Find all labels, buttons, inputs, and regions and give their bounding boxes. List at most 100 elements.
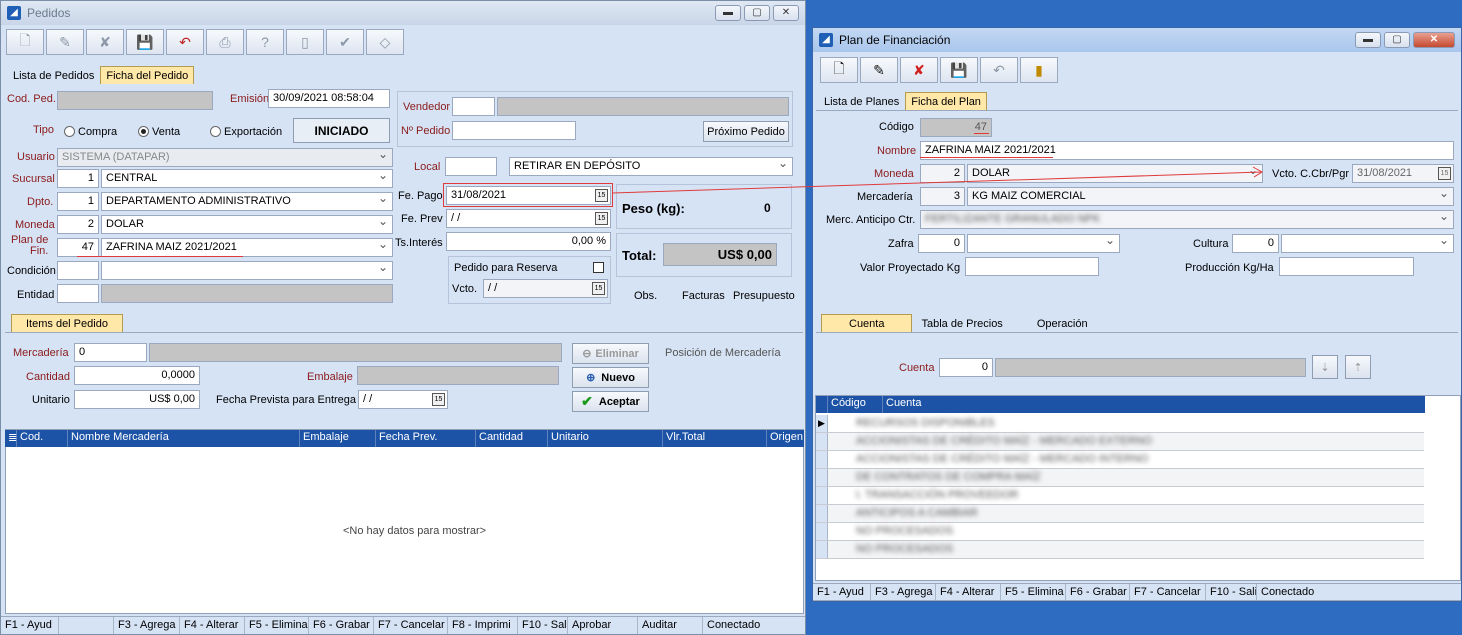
- tab-ficha-plan[interactable]: Ficha del Plan: [905, 92, 987, 110]
- mercaderia-code[interactable]: 3: [920, 187, 965, 206]
- status-f1[interactable]: F1 - Ayud: [813, 584, 871, 600]
- table-row[interactable]: ACCIONISTAS DE CRÉDITO MAÍZ - MERCADO EX…: [816, 433, 1424, 451]
- vcto-field[interactable]: / / 15: [483, 279, 608, 298]
- minimize-button[interactable]: ▬: [1355, 32, 1381, 48]
- undo-icon[interactable]: ↶: [980, 57, 1018, 83]
- moneda-code[interactable]: 2: [920, 164, 965, 183]
- status-f4[interactable]: F4 - Alterar: [936, 584, 1001, 600]
- cuenta-add-icon[interactable]: ⇡: [1345, 355, 1371, 379]
- tab-ficha-pedido[interactable]: Ficha del Pedido: [100, 66, 195, 84]
- tab-cuenta[interactable]: Cuenta: [821, 314, 913, 332]
- table-row[interactable]: ANTICIPOS A CAMBIAR: [816, 505, 1424, 523]
- codigo-field[interactable]: 47: [920, 118, 992, 137]
- col-nombre[interactable]: Nombre Mercadería: [68, 430, 300, 447]
- calendar-icon[interactable]: 15: [595, 212, 608, 225]
- table-row[interactable]: NO PROCESADOS: [816, 541, 1424, 559]
- col-unitario[interactable]: Unitario: [548, 430, 663, 447]
- tipo-venta-radio[interactable]: Venta: [138, 126, 180, 138]
- edit-icon[interactable]: ✎: [860, 57, 898, 83]
- vendedor-code[interactable]: [452, 97, 495, 116]
- tab-lista-pedidos[interactable]: Lista de Pedidos: [7, 66, 100, 84]
- moneda-code[interactable]: 2: [57, 215, 99, 234]
- status-f4[interactable]: F4 - Alterar: [180, 617, 245, 634]
- status-f10[interactable]: F10 - Salir: [1206, 584, 1257, 600]
- exit-icon[interactable]: ▮: [1020, 57, 1058, 83]
- plan-fin-select[interactable]: ZAFRINA MAIZ 2021/2021: [101, 238, 393, 257]
- status-auditar[interactable]: Auditar: [638, 617, 703, 634]
- cuenta-remove-icon[interactable]: ⇣: [1312, 355, 1338, 379]
- status-aprobar[interactable]: Aprobar: [568, 617, 638, 634]
- col-cuenta[interactable]: Cuenta: [883, 396, 1425, 413]
- mercaderia-code[interactable]: 0: [74, 343, 147, 362]
- close-button[interactable]: ✕: [773, 5, 799, 21]
- help-icon[interactable]: ?: [246, 29, 284, 55]
- mercaderia-field[interactable]: [149, 343, 562, 362]
- table-row[interactable]: ACCIONISTAS DE CRÉDITO MAÍZ - MERCADO IN…: [816, 451, 1424, 469]
- plan-fin-code[interactable]: 47: [57, 238, 99, 257]
- entidad-field[interactable]: [101, 284, 393, 303]
- tipo-compra-radio[interactable]: Compra: [64, 126, 117, 138]
- status-f7[interactable]: F7 - Cancelar: [1130, 584, 1206, 600]
- cuenta-code[interactable]: 0: [939, 358, 993, 377]
- col-fecha-prev[interactable]: Fecha Prev.: [376, 430, 476, 447]
- delete-icon[interactable]: ✘: [900, 57, 938, 83]
- zafra-code[interactable]: 0: [918, 234, 965, 253]
- grid-menu-icon[interactable]: ≣: [5, 430, 17, 447]
- entidad-code[interactable]: [57, 284, 99, 303]
- embalaje-field[interactable]: [357, 366, 559, 385]
- local-select[interactable]: RETIRAR EN DEPÓSITO: [509, 157, 793, 176]
- col-origen[interactable]: Origen: [767, 430, 804, 447]
- print-icon[interactable]: ⎙: [206, 29, 244, 55]
- ts-interes-field[interactable]: 0,00 %: [446, 232, 611, 251]
- exit-icon[interactable]: ▯: [286, 29, 324, 55]
- cantidad-field[interactable]: 0,0000: [74, 366, 200, 385]
- calendar-icon[interactable]: 15: [1438, 167, 1451, 180]
- vendedor-field[interactable]: [497, 97, 789, 116]
- npedido-field[interactable]: [452, 121, 576, 140]
- status-f3[interactable]: F3 - Agrega: [871, 584, 936, 600]
- fe-prev-field[interactable]: / / 15: [446, 209, 611, 228]
- col-codigo[interactable]: Código: [828, 396, 883, 413]
- obs-link[interactable]: Obs.: [634, 290, 657, 302]
- cultura-select[interactable]: [1281, 234, 1454, 253]
- condicion-code[interactable]: [57, 261, 99, 280]
- nuevo-button[interactable]: ⊕ Nuevo: [572, 367, 649, 388]
- status-f6[interactable]: F6 - Grabar: [1066, 584, 1130, 600]
- col-cod[interactable]: Cod.: [17, 430, 68, 447]
- eliminar-button[interactable]: ⊖ Eliminar: [572, 343, 649, 364]
- status-f3[interactable]: F3 - Agrega: [114, 617, 180, 634]
- tab-tabla-precios[interactable]: Tabla de Precios: [912, 314, 1011, 332]
- col-cantidad[interactable]: Cantidad: [476, 430, 548, 447]
- cod-ped-field[interactable]: [57, 91, 213, 110]
- save-icon[interactable]: 💾: [940, 57, 978, 83]
- facturas-link[interactable]: Facturas: [682, 290, 725, 302]
- eraser-icon[interactable]: ◇: [366, 29, 404, 55]
- col-vlr-total[interactable]: Vlr.Total: [663, 430, 767, 447]
- sucursal-select[interactable]: CENTRAL: [101, 169, 393, 188]
- new-doc-icon[interactable]: 🗋: [820, 57, 858, 83]
- merc-anticipo-select[interactable]: FERTILIZANTE GRANULADO NPK: [920, 210, 1454, 229]
- proximo-pedido-button[interactable]: Próximo Pedido: [703, 121, 789, 142]
- status-f7[interactable]: F7 - Cancelar: [374, 617, 448, 634]
- calendar-icon[interactable]: 15: [432, 393, 445, 406]
- maximize-button[interactable]: ▢: [1384, 32, 1410, 48]
- table-row[interactable]: I. TRANSACCIÓN PROVEEDOR: [816, 487, 1424, 505]
- table-row[interactable]: NO PROCESADOS: [816, 523, 1424, 541]
- col-embalaje[interactable]: Embalaje: [300, 430, 376, 447]
- posicion-mercaderia-link[interactable]: Posición de Mercadería: [665, 347, 781, 359]
- edit-icon[interactable]: ✎: [46, 29, 84, 55]
- cuenta-field[interactable]: [995, 358, 1306, 377]
- tab-operacion[interactable]: Operación: [1012, 314, 1113, 332]
- moneda-select[interactable]: DOLAR: [967, 164, 1263, 183]
- status-f1[interactable]: F1 - Ayud: [1, 617, 59, 634]
- aceptar-button[interactable]: ✔ Aceptar: [572, 391, 649, 412]
- dpto-code[interactable]: 1: [57, 192, 99, 211]
- vcto-cbr-field[interactable]: 31/08/2021 15: [1352, 164, 1454, 183]
- reserva-checkbox[interactable]: [593, 262, 604, 273]
- calendar-icon[interactable]: 15: [592, 282, 605, 295]
- tipo-exportacion-radio[interactable]: Exportación: [210, 126, 282, 138]
- tab-lista-planes[interactable]: Lista de Planes: [818, 92, 905, 110]
- dpto-select[interactable]: DEPARTAMENTO ADMINISTRATIVO: [101, 192, 393, 211]
- save-icon[interactable]: 💾: [126, 29, 164, 55]
- presupuesto-link[interactable]: Presupuesto: [733, 290, 795, 302]
